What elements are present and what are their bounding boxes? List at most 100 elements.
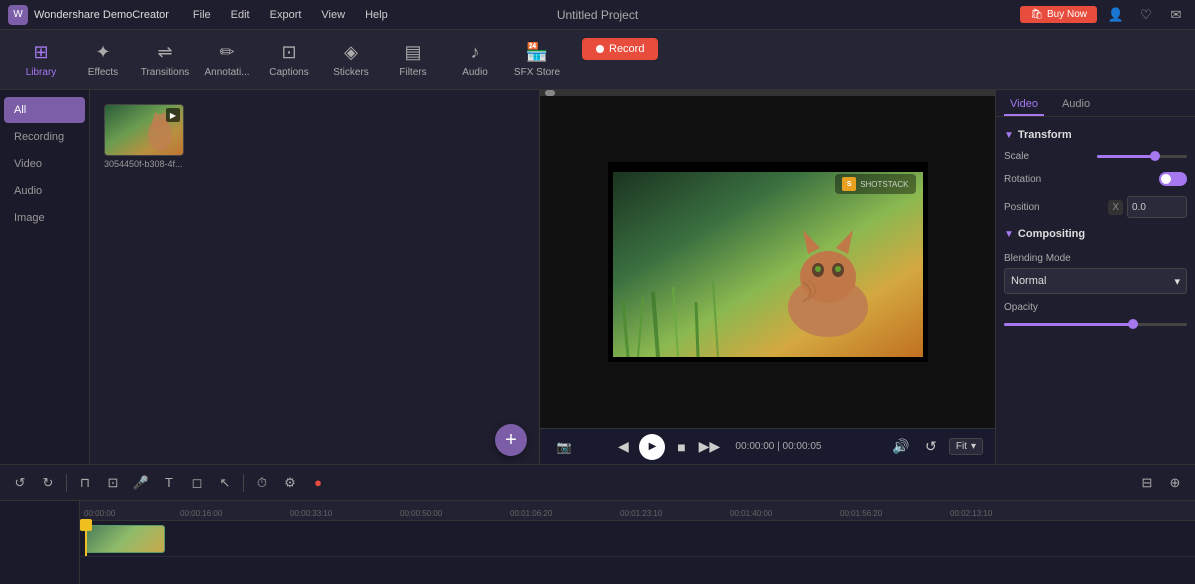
delete-button[interactable]: ● bbox=[306, 471, 330, 495]
heart-icon[interactable]: ♡ bbox=[1135, 4, 1157, 26]
toolbar-sfxstore[interactable]: 🏪 SFX Store bbox=[508, 34, 566, 86]
audio-icon: ♪ bbox=[471, 42, 480, 63]
add-media-button[interactable]: + bbox=[495, 424, 527, 456]
project-title: Untitled Project bbox=[557, 8, 638, 22]
compositing-title: Compositing bbox=[1018, 228, 1085, 240]
time-current: 00:00:00 bbox=[735, 441, 774, 452]
playhead[interactable] bbox=[85, 521, 87, 556]
fit-chevron-icon: ▾ bbox=[971, 441, 976, 452]
right-panel-content: ▼ Transform Scale Rotation Positi bbox=[996, 117, 1195, 464]
blending-mode-row: Blending Mode Normal ▾ bbox=[1004, 250, 1187, 294]
cursor-button[interactable]: ↖ bbox=[213, 471, 237, 495]
buy-now-button[interactable]: 🛍 Buy Now bbox=[1020, 6, 1097, 23]
rotation-toggle[interactable] bbox=[1159, 172, 1187, 186]
toolbar-filters-label: Filters bbox=[399, 67, 426, 78]
transform-toggle[interactable]: ▼ bbox=[1004, 130, 1014, 141]
timeline-track[interactable] bbox=[80, 521, 1195, 557]
stickers-icon: ◈ bbox=[344, 42, 358, 63]
undo-button[interactable]: ↺ bbox=[8, 471, 32, 495]
opacity-slider[interactable] bbox=[1004, 323, 1187, 326]
annotations-icon: ✏ bbox=[219, 42, 234, 63]
toolbar-sfxstore-label: SFX Store bbox=[514, 67, 560, 78]
position-x-value: 0.0 bbox=[1132, 202, 1146, 213]
rotation-label: Rotation bbox=[1004, 174, 1041, 185]
zoom-in-button[interactable]: ⊕ bbox=[1163, 471, 1187, 495]
timeline-content: 00:00:00 00:00:16:00 00:00:33:10 00:00:5… bbox=[0, 501, 1195, 584]
media-item[interactable]: ▶ 3054450f-b308-4f... bbox=[104, 104, 184, 169]
user-icon[interactable]: 👤 bbox=[1105, 4, 1127, 26]
forward-button[interactable]: ▶▶ bbox=[697, 435, 721, 459]
toolbar-audio[interactable]: ♪ Audio bbox=[446, 34, 504, 86]
record-dot-icon bbox=[596, 45, 604, 53]
time-display: 00:00:00 | 00:00:05 bbox=[735, 441, 845, 452]
logo-icon: W bbox=[8, 5, 28, 25]
preview-scrollbar[interactable] bbox=[540, 90, 995, 96]
position-x-label: X bbox=[1108, 200, 1123, 215]
tab-audio[interactable]: Audio bbox=[1056, 94, 1096, 116]
record-label: Record bbox=[609, 43, 644, 55]
time-total: 00:00:05 bbox=[783, 441, 822, 452]
sidebar-item-all[interactable]: All bbox=[4, 97, 85, 123]
right-panel-tabs: Video Audio bbox=[996, 90, 1195, 117]
volume-button[interactable]: 🔊 bbox=[889, 435, 913, 459]
toolbar-filters[interactable]: ▤ Filters bbox=[384, 34, 442, 86]
split-button[interactable]: ⊓ bbox=[73, 471, 97, 495]
opacity-row: Opacity bbox=[1004, 302, 1187, 313]
refresh-button[interactable]: ↺ bbox=[919, 435, 943, 459]
blend-chevron-icon: ▾ bbox=[1174, 275, 1180, 288]
sidebar-item-audio[interactable]: Audio bbox=[4, 178, 85, 204]
buy-now-label: Buy Now bbox=[1047, 9, 1087, 20]
mic-button[interactable]: 🎤 bbox=[129, 471, 153, 495]
menu-export[interactable]: Export bbox=[262, 7, 310, 23]
play-button[interactable]: ▶ bbox=[639, 434, 665, 460]
tab-video[interactable]: Video bbox=[1004, 94, 1044, 116]
ruler-mark-6: 00:01:40:00 bbox=[730, 509, 772, 518]
crop-button[interactable]: ⊡ bbox=[101, 471, 125, 495]
toolbar-library[interactable]: ⊞ Library bbox=[12, 34, 70, 86]
scale-slider[interactable] bbox=[1097, 155, 1187, 158]
blending-mode-select[interactable]: Normal ▾ bbox=[1004, 268, 1187, 294]
buy-now-icon: 🛍 bbox=[1030, 9, 1043, 20]
mail-icon[interactable]: ✉ bbox=[1165, 4, 1187, 26]
sidebar-item-video[interactable]: Video bbox=[4, 151, 85, 177]
timeline-toolbar: ↺ ↻ ⊓ ⊡ 🎤 T ◻ ↖ ⏱ ⚙ ● ⊟ ⊕ bbox=[0, 465, 1195, 501]
timeline-clip[interactable] bbox=[85, 525, 165, 553]
timeline-tracks: 00:00:00 00:00:16:00 00:00:33:10 00:00:5… bbox=[80, 501, 1195, 584]
position-x-input[interactable]: 0.0 bbox=[1127, 196, 1187, 218]
media-type-icon: ▶ bbox=[166, 108, 180, 122]
toolbar-captions[interactable]: ⊡ Captions bbox=[260, 34, 318, 86]
menu-file[interactable]: File bbox=[185, 7, 219, 23]
media-label: 3054450f-b308-4f... bbox=[104, 159, 184, 169]
compositing-toggle[interactable]: ▼ bbox=[1004, 229, 1014, 240]
toolbar-stickers[interactable]: ◈ Stickers bbox=[322, 34, 380, 86]
timer-button[interactable]: ⏱ bbox=[250, 471, 274, 495]
zoom-out-button[interactable]: ⊟ bbox=[1135, 471, 1159, 495]
shape-button[interactable]: ◻ bbox=[185, 471, 209, 495]
sidebar-item-image[interactable]: Image bbox=[4, 205, 85, 231]
settings-button[interactable]: ⚙ bbox=[278, 471, 302, 495]
toolbar-library-label: Library bbox=[26, 67, 57, 78]
preview-controls: 📷 ◀ ▶ ■ ▶▶ 00:00:00 | 00:00:05 🔊 ↺ Fit ▾ bbox=[540, 428, 995, 464]
filters-icon: ▤ bbox=[404, 42, 421, 63]
ruler-mark-8: 00:02:13:10 bbox=[950, 509, 992, 518]
text-button[interactable]: T bbox=[157, 471, 181, 495]
record-button[interactable]: Record bbox=[582, 38, 658, 60]
screenshot-button[interactable]: 📷 bbox=[552, 435, 576, 459]
toolbar-transitions-label: Transitions bbox=[141, 67, 190, 78]
transform-title: Transform bbox=[1018, 129, 1072, 141]
stop-button[interactable]: ■ bbox=[669, 435, 693, 459]
fit-select[interactable]: Fit ▾ bbox=[949, 438, 983, 455]
toolbar-effects[interactable]: ✦ Effects bbox=[74, 34, 132, 86]
redo-button[interactable]: ↻ bbox=[36, 471, 60, 495]
menu-help[interactable]: Help bbox=[357, 7, 396, 23]
toolbar-transitions[interactable]: ⇌ Transitions bbox=[136, 34, 194, 86]
timeline-ruler: 00:00:00 00:00:16:00 00:00:33:10 00:00:5… bbox=[80, 501, 1195, 521]
toolbar-annotations[interactable]: ✏ Annotati... bbox=[198, 34, 256, 86]
toolbar: ⊞ Library ✦ Effects ⇌ Transitions ✏ Anno… bbox=[0, 30, 1195, 90]
menu-view[interactable]: View bbox=[313, 7, 353, 23]
menu-edit[interactable]: Edit bbox=[223, 7, 258, 23]
rewind-button[interactable]: ◀ bbox=[611, 435, 635, 459]
ruler-mark-1: 00:00:16:00 bbox=[180, 509, 222, 518]
sidebar-item-recording[interactable]: Recording bbox=[4, 124, 85, 150]
library-icon: ⊞ bbox=[33, 42, 48, 63]
